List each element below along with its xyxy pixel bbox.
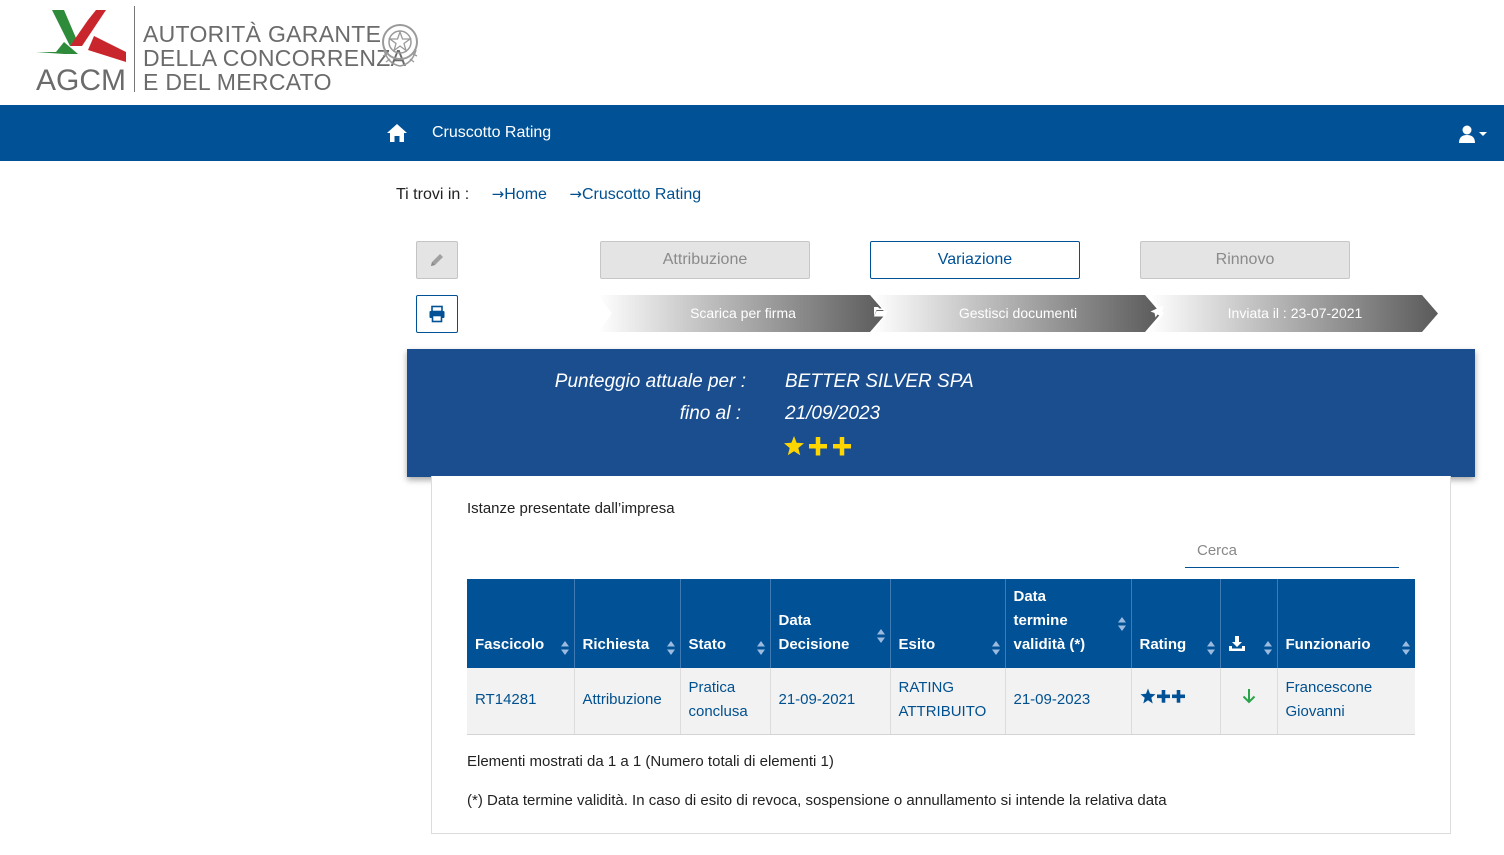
- rating-stars-icon: [1140, 688, 1185, 704]
- sort-icon: [666, 641, 675, 655]
- instances-table: Fascicolo Richiesta Stato Data Decisione…: [467, 579, 1415, 735]
- table-row[interactable]: RT14281 Attribuzione Pratica conclusa 21…: [467, 668, 1415, 735]
- header-download[interactable]: [1220, 579, 1278, 668]
- pencil-icon: [431, 254, 443, 266]
- step-2-label: Gestisci documenti: [873, 305, 1163, 321]
- logo-acronym: AGCM: [36, 64, 126, 94]
- cell-funzionario[interactable]: Francescone Giovanni: [1277, 668, 1415, 735]
- main-navbar: Cruscotto Rating: [0, 105, 1504, 161]
- sort-icon: [1263, 641, 1272, 655]
- folder-open-icon: [874, 307, 888, 317]
- pagination-info: Elementi mostrati da 1 a 1 (Numero total…: [467, 753, 834, 770]
- cell-data-decisione[interactable]: 21-09-2021: [770, 668, 891, 735]
- search-input[interactable]: [1185, 533, 1399, 568]
- step-1-label: Scarica per firma: [598, 305, 888, 321]
- sort-icon: [756, 641, 765, 655]
- rating-stars-icon: [784, 436, 851, 456]
- cell-stato[interactable]: Pratica conclusa: [680, 668, 771, 735]
- cell-download[interactable]: [1220, 668, 1278, 735]
- sort-icon: [1206, 641, 1215, 655]
- step-scarica-per-firma[interactable]: Scarica per firma: [598, 295, 888, 332]
- step-3-text: Inviata il : 23-07-2021: [1227, 305, 1363, 321]
- sort-icon: [1117, 617, 1126, 631]
- sort-icon: [876, 629, 885, 643]
- progress-steps: Scarica per firma Gestisci documenti Inv…: [598, 295, 1440, 332]
- printer-icon: [429, 305, 445, 323]
- header-data-decisione[interactable]: Data Decisione: [770, 579, 891, 668]
- agcm-logo: AGCM: [36, 10, 126, 94]
- arrow-right-icon: →: [569, 185, 582, 203]
- site-header: AGCM AUTORITÀ GARANTE DELLA CONCORRENZA …: [0, 0, 1504, 105]
- logo-text: AUTORITÀ GARANTE DELLA CONCORRENZA E DEL…: [143, 22, 406, 94]
- breadcrumb-home[interactable]: →Home: [491, 185, 547, 203]
- header-richiesta[interactable]: Richiesta: [574, 579, 681, 668]
- sort-icon: [560, 641, 569, 655]
- validity-note: (*) Data termine validità. In caso di es…: [467, 792, 1167, 809]
- step-2-text: Gestisci documenti: [958, 305, 1078, 321]
- logo-line-3: E DEL MERCATO: [143, 69, 332, 95]
- paper-plane-icon: [1150, 305, 1164, 318]
- score-company-label: Punteggio attuale per :: [554, 371, 746, 392]
- logo-divider: [134, 6, 135, 92]
- header-rating[interactable]: Rating: [1131, 579, 1221, 668]
- breadcrumb-prefix: Ti trovi in :: [396, 186, 470, 203]
- step-1-text: Scarica per firma: [690, 305, 796, 321]
- score-until-date: 21/09/2023: [785, 403, 881, 424]
- step-gestisci-documenti[interactable]: Gestisci documenti: [873, 295, 1163, 332]
- breadcrumb-cruscotto-label[interactable]: Cruscotto Rating: [582, 186, 701, 203]
- cell-richiesta[interactable]: Attribuzione: [574, 668, 681, 735]
- sort-icon: [991, 641, 1000, 655]
- arrow-down-icon[interactable]: [1242, 688, 1256, 704]
- cell-data-termine[interactable]: 21-09-2023: [1005, 668, 1132, 735]
- table-header-row: Fascicolo Richiesta Stato Data Decisione…: [467, 579, 1415, 668]
- logo-line-1: AUTORITÀ GARANTE: [143, 21, 382, 47]
- header-data-termine[interactable]: Data termine validità (*): [1005, 579, 1132, 668]
- score-until-label: fino al :: [679, 403, 741, 424]
- print-button[interactable]: [416, 295, 458, 333]
- header-stato[interactable]: Stato: [680, 579, 771, 668]
- arrow-right-icon: →: [491, 185, 505, 203]
- header-funzionario[interactable]: Funzionario: [1277, 579, 1415, 668]
- card-title: Istanze presentate dall’impresa: [467, 500, 675, 517]
- tab-rinnovo[interactable]: Rinnovo: [1140, 241, 1350, 279]
- logo-line-2: DELLA CONCORRENZA: [143, 45, 407, 71]
- breadcrumb-cruscotto[interactable]: →Cruscotto Rating: [569, 185, 701, 203]
- nav-cruscotto-rating[interactable]: Cruscotto Rating: [432, 124, 551, 142]
- cell-rating: [1131, 668, 1221, 735]
- user-menu-icon[interactable]: [1458, 124, 1490, 144]
- edit-button[interactable]: [416, 241, 458, 279]
- step-3-label: Inviata il : 23-07-2021: [1150, 305, 1440, 321]
- tab-variazione[interactable]: Variazione: [870, 241, 1080, 279]
- current-score-panel: Punteggio attuale per : BETTER SILVER SP…: [407, 349, 1475, 477]
- download-icon: [599, 306, 610, 318]
- tab-attribuzione[interactable]: Attribuzione: [600, 241, 810, 279]
- header-fascicolo[interactable]: Fascicolo: [467, 579, 575, 668]
- cell-fascicolo[interactable]: RT14281: [467, 668, 575, 735]
- breadcrumb: Ti trovi in : →Home →Cruscotto Rating: [396, 185, 701, 204]
- italian-republic-emblem-icon: [382, 24, 418, 67]
- header-esito[interactable]: Esito: [890, 579, 1006, 668]
- cell-esito[interactable]: RATING ATTRIBUITO: [890, 668, 1006, 735]
- score-company-name: BETTER SILVER SPA: [785, 371, 974, 392]
- home-icon[interactable]: [386, 123, 408, 143]
- download-icon: [1228, 636, 1245, 651]
- step-inviata[interactable]: Inviata il : 23-07-2021: [1150, 295, 1440, 332]
- breadcrumb-home-label[interactable]: Home: [504, 186, 547, 203]
- sort-icon: [1402, 641, 1410, 655]
